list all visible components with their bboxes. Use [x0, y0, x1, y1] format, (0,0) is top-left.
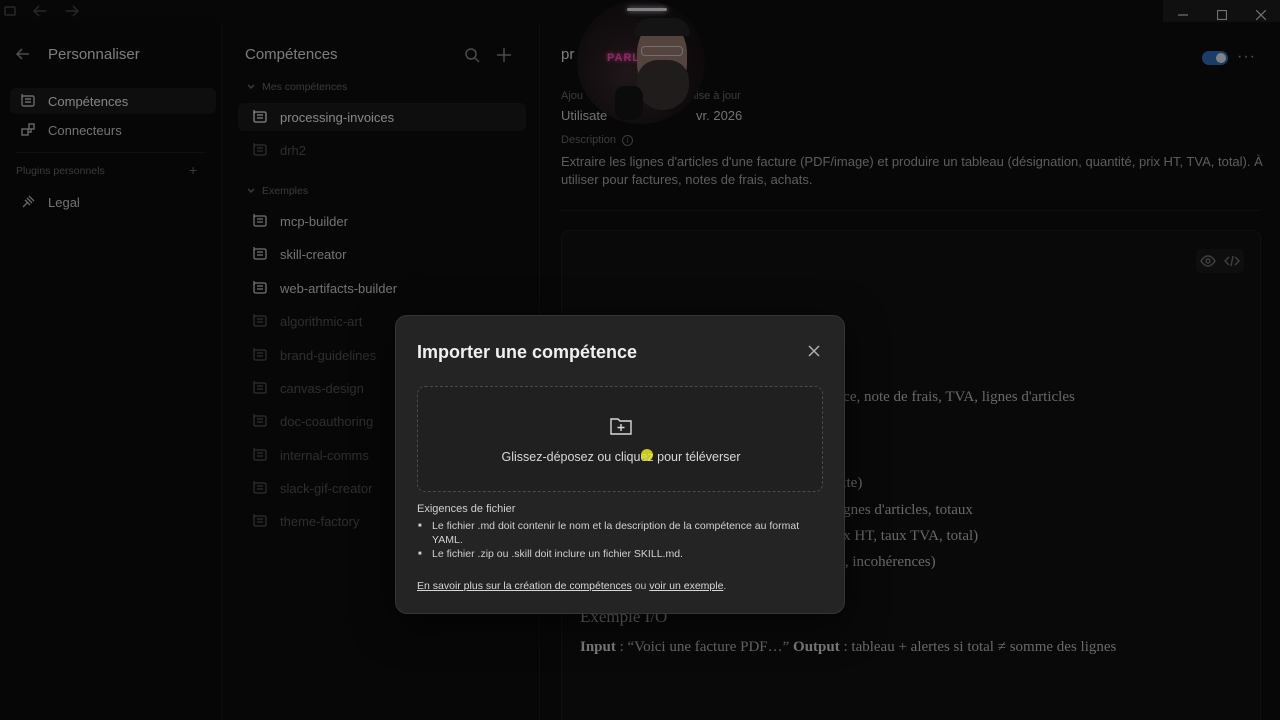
mouse-cursor-highlight — [641, 449, 653, 461]
dropzone-text: Glissez-déposez ou cliquez pour télévers… — [501, 450, 741, 464]
see-example-link[interactable]: voir un exemple — [649, 580, 723, 592]
dialog-footer: En savoir plus sur la création de compét… — [417, 580, 726, 592]
import-skill-dialog: Importer une compétence Glissez-déposez … — [395, 315, 845, 614]
learn-more-link[interactable]: En savoir plus sur la création de compét… — [417, 580, 632, 592]
folder-add-icon — [608, 415, 634, 437]
requirement-item: Le fichier .md doit contenir le nom et l… — [417, 520, 827, 547]
footer-text: ou — [631, 580, 650, 592]
requirements-list: Le fichier .md doit contenir le nom et l… — [417, 520, 827, 563]
requirement-item: Le fichier .zip ou .skill doit inclure u… — [417, 548, 827, 562]
requirements-title: Exigences de fichier — [417, 503, 516, 515]
dialog-title: Importer une compétence — [417, 342, 638, 362]
file-dropzone[interactable]: Glissez-déposez ou cliquez pour télévers… — [417, 386, 823, 492]
close-icon[interactable] — [806, 343, 822, 359]
footer-text: . — [723, 580, 727, 592]
